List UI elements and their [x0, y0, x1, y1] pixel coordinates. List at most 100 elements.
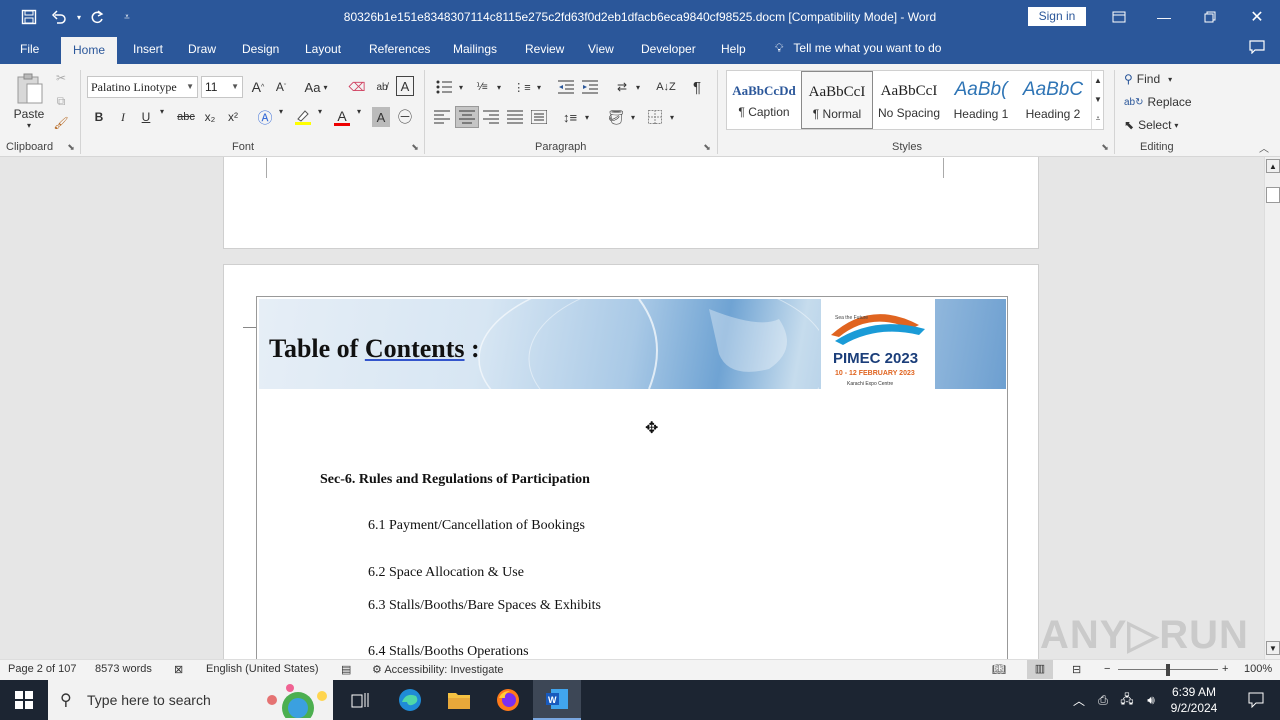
decrease-indent-icon[interactable] [556, 77, 576, 97]
system-clock[interactable]: 6:39 AM 9/2/2024 [1164, 684, 1224, 716]
replace-button[interactable]: ab↻ Replace [1124, 93, 1192, 111]
zoom-in-icon[interactable]: + [1222, 663, 1228, 675]
paste-icon[interactable] [14, 70, 46, 108]
justify-icon[interactable] [505, 107, 525, 127]
clear-formatting-icon[interactable]: ⌫ [347, 77, 367, 97]
read-mode-icon[interactable]: 📖︎ [992, 663, 1006, 676]
align-center-icon[interactable] [455, 106, 479, 128]
font-name-combo[interactable]: Palatino Linotype ▼ [87, 76, 198, 98]
change-case-button[interactable]: Aa ▾ [301, 77, 331, 97]
tell-me-search[interactable]: 💡︎ Tell me what you want to do [775, 41, 941, 56]
font-size-combo[interactable]: 11 ▼ [201, 76, 243, 98]
scroll-thumb[interactable] [1266, 187, 1280, 203]
collapse-ribbon-icon[interactable]: ︿ [1256, 140, 1272, 155]
tab-developer[interactable]: Developer [641, 42, 696, 56]
macro-recording-icon[interactable]: ▤ [341, 663, 351, 676]
text-direction-icon[interactable]: ⇄ [612, 77, 632, 97]
volume-icon[interactable]: 🔊︎ [1140, 680, 1162, 720]
ribbon-display-options-icon[interactable] [1096, 0, 1142, 34]
tab-view[interactable]: View [588, 42, 614, 56]
print-layout-icon[interactable]: ▥ [1027, 660, 1053, 679]
select-button[interactable]: ⬉ Select ▾ [1124, 116, 1178, 134]
tab-design[interactable]: Design [242, 42, 279, 56]
text-effects-icon[interactable]: Ⓐ [256, 107, 274, 127]
italic-button[interactable]: I [114, 107, 132, 127]
show-formatting-marks-icon[interactable]: ¶ [688, 77, 706, 97]
highlight-color-icon[interactable] [293, 107, 313, 127]
zoom-slider-thumb[interactable] [1166, 664, 1170, 676]
font-color-dropdown-icon[interactable]: ▾ [354, 107, 364, 116]
proofing-icon[interactable]: ⊠ [174, 663, 183, 676]
align-left-icon[interactable] [432, 107, 452, 127]
tab-references[interactable]: References [369, 42, 430, 56]
taskbar-search[interactable]: ⚲ Type here to search [48, 680, 333, 720]
minimize-icon[interactable]: — [1141, 0, 1187, 34]
text-effects-dropdown-icon[interactable]: ▾ [276, 107, 286, 116]
page-count[interactable]: Page 2 of 107 [8, 663, 77, 675]
tab-help[interactable]: Help [721, 42, 746, 56]
styles-more-icon[interactable]: ⩡ [1091, 109, 1104, 129]
tab-review[interactable]: Review [525, 42, 564, 56]
style-heading-1[interactable]: AaBb( Heading 1 [945, 71, 1017, 129]
word-taskbar-icon[interactable]: W [533, 680, 581, 720]
enclose-characters-icon[interactable]: ㊀ [396, 107, 414, 127]
increase-indent-icon[interactable] [580, 77, 600, 97]
superscript-button[interactable]: x² [224, 107, 242, 127]
windows-start-icon[interactable] [0, 680, 48, 720]
styles-scroll-down-icon[interactable]: ▼ [1091, 90, 1104, 109]
paste-dropdown-icon[interactable]: ▾ [22, 121, 36, 130]
character-shading-icon[interactable]: A [372, 107, 390, 127]
clipboard-launcher-icon[interactable]: ⬊ [66, 142, 76, 153]
close-icon[interactable]: ✕ [1234, 0, 1280, 34]
style-caption[interactable]: AaBbCcDd ¶ Caption [728, 71, 800, 129]
borders-dropdown-icon[interactable]: ▾ [667, 107, 677, 127]
strikethrough-button[interactable]: abc [175, 107, 197, 127]
subscript-button[interactable]: x₂ [201, 107, 219, 127]
tab-home[interactable]: Home [61, 37, 117, 64]
network-icon[interactable]: 🖧︎ [1116, 680, 1138, 720]
firefox-icon[interactable] [484, 680, 532, 720]
cut-icon[interactable]: ✂ [52, 69, 70, 87]
multilevel-list-icon[interactable]: ⋮≡ [512, 77, 532, 97]
language[interactable]: English (United States) [206, 663, 319, 675]
sort-icon[interactable]: A↓Z [656, 77, 676, 97]
tab-mailings[interactable]: Mailings [453, 42, 497, 56]
zoom-out-icon[interactable]: − [1104, 663, 1110, 675]
line-spacing-dropdown-icon[interactable]: ▾ [582, 107, 592, 127]
edge-icon[interactable] [386, 680, 434, 720]
text-direction-dropdown-icon[interactable]: ▾ [633, 77, 643, 97]
style-no-spacing[interactable]: AaBbCcI No Spacing [873, 71, 945, 129]
customize-toolbar-icon[interactable]: ⩡ [116, 7, 138, 27]
redo-icon[interactable] [86, 7, 108, 27]
numbering-dropdown-icon[interactable]: ▾ [494, 77, 504, 97]
document-area[interactable]: Table of Contents : Sea the Future PIMEC… [0, 157, 1264, 659]
style-normal[interactable]: AaBbCcI ¶ Normal [801, 71, 873, 129]
paste-button[interactable]: Paste [8, 106, 50, 122]
bullets-icon[interactable] [434, 77, 454, 97]
character-border-icon[interactable]: A [396, 76, 414, 96]
numbering-icon[interactable]: ⅟≡ [472, 77, 492, 97]
underline-dropdown-icon[interactable]: ▾ [157, 107, 167, 116]
file-explorer-icon[interactable] [435, 680, 483, 720]
font-launcher-icon[interactable]: ⬊ [410, 142, 420, 153]
styles-scroll-up-icon[interactable]: ▲ [1091, 71, 1104, 90]
tab-layout[interactable]: Layout [305, 42, 341, 56]
borders-icon[interactable] [645, 107, 665, 127]
vertical-scrollbar[interactable]: ▲ ▼ [1264, 157, 1280, 659]
tab-file[interactable]: File [20, 42, 39, 56]
scroll-up-icon[interactable]: ▲ [1266, 159, 1280, 173]
notifications-icon[interactable] [1232, 680, 1280, 720]
align-right-icon[interactable] [481, 107, 501, 127]
scroll-down-icon[interactable]: ▼ [1266, 641, 1280, 655]
tab-draw[interactable]: Draw [188, 42, 216, 56]
tab-insert[interactable]: Insert [133, 42, 163, 56]
bold-button[interactable]: B [90, 107, 108, 127]
shading-icon[interactable]: 🪣︎ [606, 107, 626, 127]
copy-icon[interactable]: ⧉ [52, 92, 70, 110]
paragraph-launcher-icon[interactable]: ⬊ [702, 142, 712, 153]
multilevel-dropdown-icon[interactable]: ▾ [534, 77, 544, 97]
accessibility-status[interactable]: ⚙︎ Accessibility: Investigate [372, 663, 504, 676]
highlight-dropdown-icon[interactable]: ▾ [315, 107, 325, 116]
styles-launcher-icon[interactable]: ⬊ [1100, 142, 1110, 153]
comments-icon[interactable] [1249, 40, 1265, 57]
